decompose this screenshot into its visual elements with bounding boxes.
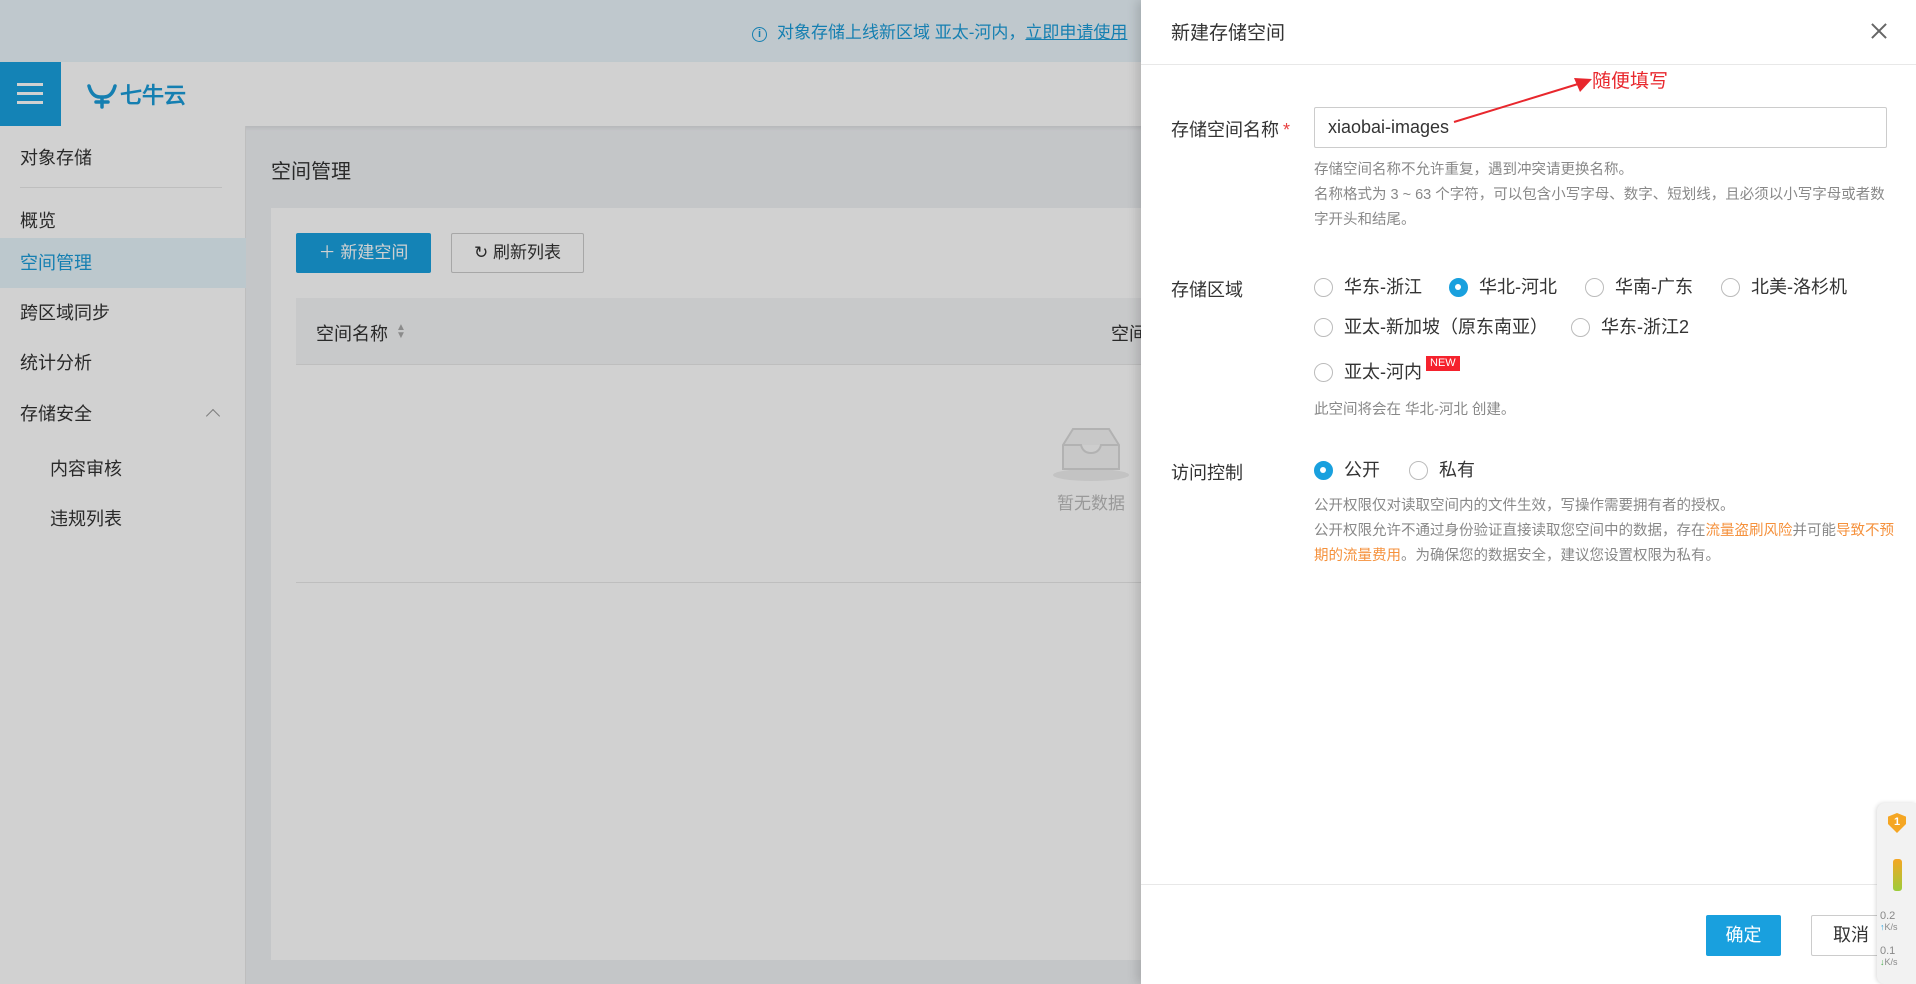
access-help: 公开权限仅对读取空间内的文件生效，写操作需要拥有者的授权。 公开权限允许不通过身… [1314,498,1894,564]
region-option-huadong-zhejiang[interactable]: 华东-浙江 [1314,276,1422,298]
network-monitor-widget[interactable]: 1 0.2 ↑K/s 0.1 ↓K/s [1877,803,1916,984]
upload-speed: 0.2 ↑K/s [1880,910,1898,933]
radio-icon [1721,278,1740,297]
region-label: 存储区域 [1171,280,1243,300]
create-bucket-drawer: 新建存储空间 存储空间名称* 存储空间名称不允许重复，遇到冲突请更换名称。 名称… [1141,0,1916,984]
annotation-text: 随便填写 [1592,71,1669,92]
drawer-footer-divider [1141,884,1916,885]
download-speed: 0.1 ↓K/s [1880,945,1898,968]
radio-icon [1571,318,1590,337]
bucket-name-label: 存储空间名称 * [1171,120,1291,140]
radio-checked-icon [1449,278,1468,297]
region-help: 此空间将会在 华北-河北 创建。 [1314,402,1516,418]
region-option-huabei-hebei[interactable]: 华北-河北 [1449,276,1557,298]
shield-icon: 1 [1888,813,1906,833]
region-option-north-america-la[interactable]: 北美-洛杉机 [1721,276,1847,298]
close-icon[interactable] [1868,20,1890,42]
bucket-name-help: 存储空间名称不允许重复，遇到冲突请更换名称。 名称格式为 3 ~ 63 个字符，… [1314,162,1885,228]
annotation-arrow-icon [1453,78,1592,123]
access-control-label: 访问控制 [1171,463,1243,483]
region-option-singapore[interactable]: 亚太-新加坡（原东南亚） [1314,316,1548,338]
radio-checked-icon [1314,461,1333,480]
radio-icon [1314,278,1333,297]
required-mark: * [1283,120,1291,140]
radio-icon [1585,278,1604,297]
region-option-huadong-zhejiang2[interactable]: 华东-浙江2 [1571,316,1689,338]
region-option-hanoi[interactable]: 亚太-河内 NEW [1314,356,1460,382]
new-badge: NEW [1426,356,1460,371]
radio-icon [1314,318,1333,337]
confirm-button[interactable]: 确定 [1706,915,1781,956]
access-option-private[interactable]: 私有 [1409,459,1475,481]
radio-icon [1314,363,1333,382]
bucket-name-input[interactable] [1314,107,1887,148]
region-option-huanan-guangdong[interactable]: 华南-广东 [1585,276,1693,298]
gauge-icon [1893,859,1902,891]
drawer-title: 新建存储空间 [1171,23,1286,44]
radio-icon [1409,461,1428,480]
access-option-public[interactable]: 公开 [1314,459,1380,481]
drawer-header: 新建存储空间 [1141,0,1916,65]
traffic-theft-risk-link[interactable]: 流量盗刷风险 [1706,523,1793,539]
